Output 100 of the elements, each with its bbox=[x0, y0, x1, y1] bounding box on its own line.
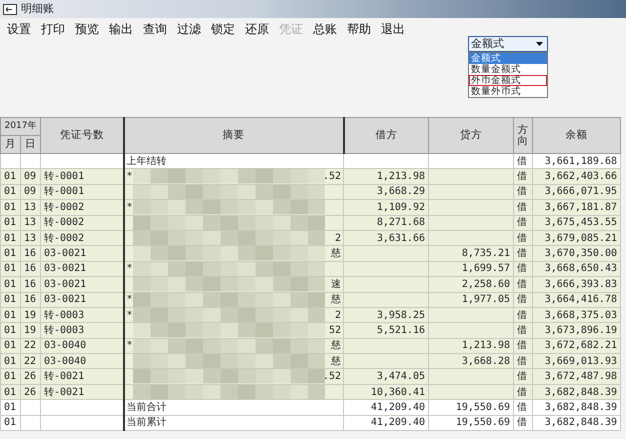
menu-item[interactable]: 总账 bbox=[308, 20, 342, 38]
table-cell: 3,662,403.66 bbox=[532, 168, 620, 184]
table-cell: 3,682,848.39 bbox=[532, 400, 620, 416]
summary-text: 慈 bbox=[331, 293, 341, 306]
menu-item[interactable]: 打印 bbox=[36, 20, 70, 38]
summary-text: 52 bbox=[328, 324, 341, 337]
table-cell: 03-0021 bbox=[40, 246, 124, 262]
table-cell: 3,668,650.43 bbox=[532, 261, 620, 277]
table-cell: 3,668,375.03 bbox=[532, 307, 620, 323]
table-cell: 3,672,682.21 bbox=[532, 338, 620, 354]
table-cell: 01 bbox=[0, 215, 20, 230]
table-cell: 3,670,350.00 bbox=[532, 246, 620, 262]
column-header: 2017年 bbox=[0, 118, 40, 136]
menu-item[interactable]: 锁定 bbox=[206, 20, 240, 38]
summary-text: 2 bbox=[334, 308, 341, 322]
dropdown-option[interactable]: 数量外币式 bbox=[469, 86, 547, 97]
column-header: 余额 bbox=[532, 118, 620, 154]
window-title: 明细账 bbox=[21, 0, 54, 17]
table-cell: 01 bbox=[0, 307, 20, 323]
summary-text: * bbox=[126, 262, 133, 276]
table-cell: 3,675,453.55 bbox=[532, 215, 620, 230]
table-cell: 01 bbox=[0, 354, 20, 369]
summary-text: 慈 bbox=[331, 339, 341, 352]
table-cell: 1,213.98 bbox=[428, 338, 514, 354]
column-header: 日 bbox=[20, 136, 40, 154]
dropdown-option[interactable]: 外币金额式 bbox=[469, 75, 547, 86]
table-cell: 01 bbox=[0, 322, 20, 338]
table-cell: 1,213.98 bbox=[344, 168, 428, 184]
table-cell: 3,673,896.19 bbox=[532, 322, 620, 338]
table-cell: 转-0002 bbox=[40, 215, 124, 230]
table-cell: 转-0002 bbox=[40, 200, 124, 216]
summary-text: 慈 bbox=[331, 247, 341, 260]
table-cell: 转-0003 bbox=[40, 322, 124, 338]
table-cell: 01 bbox=[0, 168, 20, 184]
table-cell: 3,679,085.21 bbox=[532, 230, 620, 246]
table-cell bbox=[0, 154, 20, 169]
table-cell: 10,360.41 bbox=[344, 384, 428, 400]
table-cell: 01 bbox=[0, 384, 20, 400]
table-cell: 转-0001 bbox=[40, 184, 124, 200]
summary-text: 上年结转 bbox=[126, 154, 166, 168]
table-cell: 3,682,848.39 bbox=[532, 415, 620, 431]
menu-item[interactable]: 退出 bbox=[376, 20, 410, 38]
column-header: 贷方 bbox=[428, 118, 514, 154]
menu-item[interactable]: 帮助 bbox=[342, 20, 376, 38]
table-cell: 2,258.60 bbox=[428, 276, 514, 292]
table-cell: 1,977.05 bbox=[428, 292, 514, 308]
table-cell: 19,550.69 bbox=[428, 400, 514, 416]
menu-item[interactable]: 输出 bbox=[104, 20, 138, 38]
table-cell: 01 bbox=[0, 184, 20, 200]
table-cell: 1,109.92 bbox=[344, 200, 428, 216]
table-cell: 3,667,181.87 bbox=[532, 200, 620, 216]
table-cell: 01 bbox=[0, 246, 20, 262]
table-cell: 3,668.29 bbox=[344, 184, 428, 200]
table-cell: 3,682,848.39 bbox=[532, 384, 620, 400]
summary-text: * bbox=[126, 170, 133, 184]
table-cell: 01 bbox=[0, 292, 20, 308]
table-cell: 03-0040 bbox=[40, 354, 124, 369]
table-cell: 01 bbox=[0, 276, 20, 292]
table-cell: 转-0001 bbox=[40, 168, 124, 184]
table-cell: 1,699.57 bbox=[428, 261, 514, 277]
table-cell: 3,666,393.83 bbox=[532, 276, 620, 292]
menu-item[interactable]: 还原 bbox=[240, 20, 274, 38]
dropdown-option[interactable]: 数量金额式 bbox=[469, 64, 547, 75]
summary-text: 当前合计 bbox=[126, 400, 166, 414]
table-cell: 03-0021 bbox=[40, 292, 124, 308]
window-icon bbox=[3, 4, 17, 14]
table-cell: 41,209.40 bbox=[344, 415, 428, 431]
table-cell: 01 bbox=[0, 338, 20, 354]
summary-text: * bbox=[126, 293, 133, 306]
format-dropdown[interactable]: 金额式 bbox=[468, 36, 548, 52]
summary-text: 2 bbox=[334, 232, 341, 245]
menu-item[interactable]: 设置 bbox=[2, 20, 36, 38]
table-cell: 03-0040 bbox=[40, 338, 124, 354]
summary-text: .52 bbox=[322, 170, 341, 184]
column-header: 摘要 bbox=[124, 118, 344, 154]
table-cell: 19,550.69 bbox=[428, 415, 514, 431]
table-cell: 3,958.25 bbox=[344, 307, 428, 323]
dropdown-option[interactable]: 金额式 bbox=[469, 53, 547, 64]
menu-item[interactable]: 查询 bbox=[138, 20, 172, 38]
table-cell: 3,664,416.78 bbox=[532, 292, 620, 308]
menu-item[interactable]: 过滤 bbox=[172, 20, 206, 38]
menu-item[interactable]: 预览 bbox=[70, 20, 104, 38]
table-cell: 8,735.21 bbox=[428, 246, 514, 262]
table-cell: 03-0021 bbox=[40, 261, 124, 277]
table-cell: 01 bbox=[0, 200, 20, 216]
table-cell: 03-0021 bbox=[40, 276, 124, 292]
table-cell: 3,672,487.98 bbox=[532, 368, 620, 384]
summary-text: 慈 bbox=[331, 354, 341, 368]
table-cell: 01 bbox=[0, 368, 20, 384]
table-cell: 转-0002 bbox=[40, 230, 124, 246]
table-cell: 3,661,189.68 bbox=[532, 154, 620, 169]
table-cell: 01 bbox=[0, 415, 20, 431]
table-cell: 3,474.05 bbox=[344, 368, 428, 384]
table-cell: 01 bbox=[0, 230, 20, 246]
table-cell: 转-0021 bbox=[40, 368, 124, 384]
table-cell: 01 bbox=[0, 400, 20, 416]
column-header: 月 bbox=[0, 136, 20, 154]
summary-text: * bbox=[126, 339, 133, 352]
table-cell: 01 bbox=[0, 261, 20, 277]
table-cell: 3,668.28 bbox=[428, 354, 514, 369]
